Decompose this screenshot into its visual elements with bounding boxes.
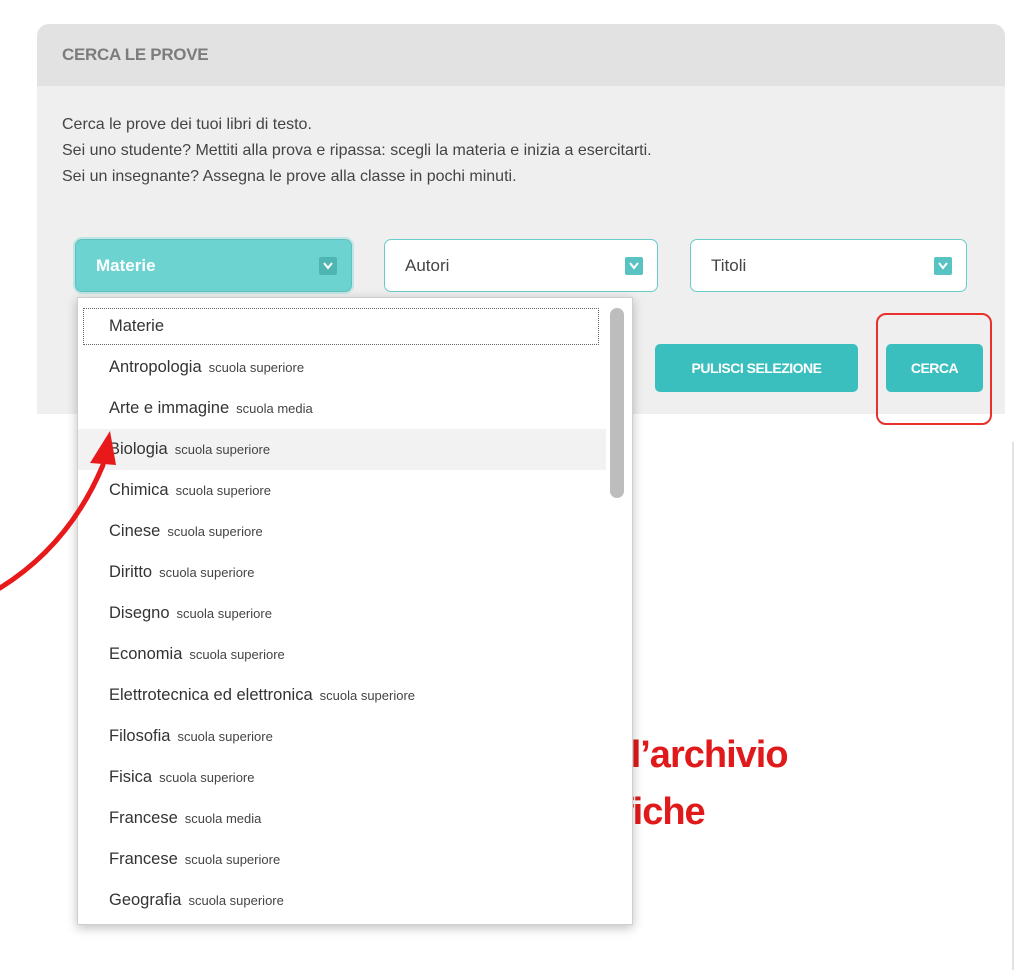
annotation-arrow-icon xyxy=(0,431,116,591)
